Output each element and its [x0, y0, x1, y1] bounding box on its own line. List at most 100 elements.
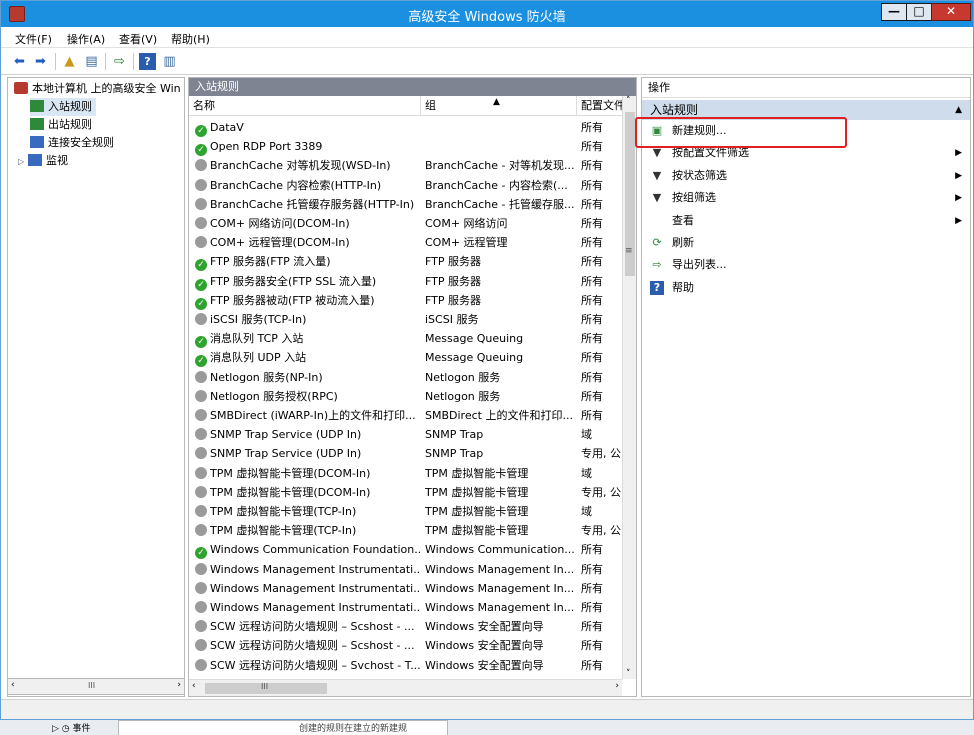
rule-row[interactable]: SCW 远程访问防火墙规则 – Scshost - ... Windows 安全配… [189, 636, 622, 655]
action-item[interactable]: ? 帮助 [642, 277, 970, 299]
rule-profile: 专用, 公 [581, 524, 621, 538]
rule-name-cell: ✓ 消息队列 UDP 入站 [195, 348, 421, 368]
menu-view[interactable]: 查看(V) [119, 31, 157, 47]
column-profile[interactable]: 配置文件 [577, 96, 622, 116]
action-item[interactable]: ▼ 按组筛选 ▶ [642, 187, 970, 209]
firewall-icon [14, 82, 28, 94]
rule-row[interactable]: Windows Management Instrumentati... Windo… [189, 598, 622, 617]
up-folder-icon[interactable]: ▲ [61, 53, 78, 70]
rule-profile: 所有 [581, 313, 603, 326]
rule-profile: 所有 [581, 121, 603, 134]
rule-row[interactable]: ✓ Windows Communication Foundation... Wind… [189, 540, 622, 560]
rule-name-cell: BranchCache 托管缓存服务器(HTTP-In) [195, 195, 421, 214]
rule-row[interactable]: SMBDirect (iWARP-In)上的文件和打印... SMBDirect … [189, 406, 622, 425]
rule-name-cell: iSCSI 服务(TCP-In) [195, 310, 421, 329]
scroll-right-icon[interactable]: › [615, 681, 619, 691]
rule-row[interactable]: ✓ Open RDP Port 3389 所有 [189, 137, 622, 157]
filter-icon: ▼ [652, 146, 662, 160]
rule-group: TPM 虚拟智能卡管理 [425, 524, 529, 538]
rule-name: Open RDP Port 3389 [210, 140, 323, 154]
column-group[interactable]: 组 ▲ [421, 96, 577, 116]
maximize-button[interactable]: □ [906, 3, 932, 21]
background-tooltip: 创建的规则在建立的新建规 [118, 720, 448, 735]
rule-profile: 所有 [581, 581, 603, 595]
rule-row[interactable]: ✓ FTP 服务器被动(FTP 被动流入量) FTP 服务器 所有 [189, 291, 622, 310]
tree-item-connection-security-rules[interactable]: 连接安全规则 [30, 134, 114, 152]
scroll-right-icon[interactable]: › [177, 680, 181, 690]
minimize-button[interactable]: — [881, 3, 907, 21]
rule-name-cell: SCW 远程访问防火墙规则 – Scshost - ... [195, 617, 421, 636]
scroll-down-icon[interactable]: ˅ [626, 669, 631, 679]
menu-action[interactable]: 操作(A) [67, 31, 105, 47]
action-item[interactable]: 查看 ▶ [642, 210, 970, 232]
column-name[interactable]: 名称 [189, 96, 421, 116]
scroll-left-icon[interactable]: ‹ [192, 681, 196, 691]
rule-row[interactable]: TPM 虚拟智能卡管理(DCOM-In) TPM 虚拟智能卡管理 专用, 公 [189, 483, 622, 502]
tree-root[interactable]: 本地计算机 上的高级安全 Win [14, 80, 181, 98]
rule-row[interactable]: Windows Management Instrumentati... Windo… [189, 579, 622, 598]
rule-row[interactable]: COM+ 网络访问(DCOM-In) COM+ 网络访问 所有 [189, 214, 622, 233]
rule-row[interactable]: TPM 虚拟智能卡管理(TCP-In) TPM 虚拟智能卡管理 专用, 公 [189, 521, 622, 540]
rule-row[interactable]: ✓ 消息队列 TCP 入站 Message Queuing 所有 [189, 329, 622, 349]
rule-row[interactable]: iSCSI 服务(TCP-In) iSCSI 服务 所有 [189, 310, 622, 329]
tree-item-monitoring[interactable]: ▷ 监视 [18, 152, 68, 170]
rule-row[interactable]: SNMP Trap Service (UDP In) SNMP Trap 专用, 公 [189, 444, 622, 463]
rule-profile: 所有 [581, 409, 603, 422]
title-bar[interactable]: 高级安全 Windows 防火墙 — □ ✕ [1, 1, 973, 27]
rule-name: iSCSI 服务(TCP-In) [210, 313, 307, 326]
rule-row[interactable]: TPM 虚拟智能卡管理(DCOM-In) TPM 虚拟智能卡管理 域 [189, 464, 622, 483]
rule-row[interactable]: COM+ 远程管理(DCOM-In) COM+ 远程管理 所有 [189, 233, 622, 252]
disabled-rule-icon [195, 581, 207, 594]
rule-group: FTP 服务器 [425, 255, 481, 269]
rule-group: COM+ 网络访问 [425, 217, 508, 230]
rule-row[interactable]: SNMP Trap Service (UDP In) SNMP Trap 域 [189, 425, 622, 444]
export-list-icon[interactable]: ⇨ [111, 53, 128, 70]
rule-row[interactable]: Windows Management Instrumentati... Windo… [189, 560, 622, 579]
monitoring-icon [28, 154, 42, 166]
help-icon[interactable]: ? [139, 53, 156, 70]
rule-row[interactable]: SCW 远程访问防火墙规则 – Scshost - ... Windows 安全配… [189, 617, 622, 636]
action-item[interactable]: ⇨ 导出列表... [642, 254, 970, 276]
submenu-arrow-icon: ▶ [955, 193, 962, 204]
rule-group: COM+ 远程管理 [425, 236, 508, 250]
rule-row[interactable]: ✓ FTP 服务器安全(FTP SSL 流入量) FTP 服务器 所有 [189, 272, 622, 291]
rule-row[interactable]: BranchCache 托管缓存服务器(HTTP-In) BranchCache … [189, 195, 622, 214]
rule-row[interactable]: BranchCache 对等机发现(WSD-In) BranchCache - 对… [189, 156, 622, 175]
expand-arrow-icon[interactable]: ▷ [18, 153, 28, 171]
rule-row[interactable]: TPM 虚拟智能卡管理(TCP-In) TPM 虚拟智能卡管理 域 [189, 502, 622, 521]
rule-row[interactable]: Netlogon 服务授权(RPC) Netlogon 服务 所有 [189, 387, 622, 406]
collapse-icon[interactable]: ▲ [955, 100, 962, 120]
show-hide-action-pane-icon[interactable]: ▥ [161, 53, 178, 70]
rule-name: Windows Communication Foundation... [210, 543, 421, 557]
rule-row[interactable]: BranchCache 内容检索(HTTP-In) BranchCache - 内… [189, 176, 622, 195]
scroll-up-icon[interactable]: ˄ [626, 96, 631, 106]
rule-row[interactable]: ✓ DataV 所有 [189, 118, 622, 137]
submenu-arrow-icon: ▶ [955, 170, 962, 181]
tree-item-outbound-rules[interactable]: 出站规则 [30, 116, 92, 134]
rule-row[interactable]: ✓ FTP 服务器(FTP 流入量) FTP 服务器 所有 [189, 252, 622, 272]
back-icon[interactable]: ⬅ [11, 53, 28, 70]
tree-item-inbound-rules[interactable]: 入站规则 [30, 98, 96, 116]
submenu-arrow-icon: ▶ [955, 215, 962, 226]
show-hide-tree-icon[interactable]: ▤ [83, 53, 100, 70]
disabled-rule-icon [195, 178, 207, 191]
rules-vertical-scrollbar[interactable]: ˄ ≡ ˅ [622, 96, 636, 679]
rule-row[interactable]: ✓ 消息队列 UDP 入站 Message Queuing 所有 [189, 348, 622, 368]
rule-row[interactable]: SCW 远程访问防火墙规则 – Svchost - T... Windows 安全… [189, 656, 622, 675]
close-button[interactable]: ✕ [931, 3, 971, 21]
disabled-rule-icon [195, 485, 207, 498]
tree-horizontal-scrollbar[interactable]: ‹ III › [7, 678, 185, 695]
menu-file[interactable]: 文件(F) [15, 31, 52, 47]
forward-icon[interactable]: ➡ [32, 53, 49, 70]
menu-help[interactable]: 帮助(H) [171, 31, 210, 47]
rule-name: SNMP Trap Service (UDP In) [210, 428, 362, 442]
rule-group: Windows Communication... [425, 543, 575, 557]
scroll-left-icon[interactable]: ‹ [11, 680, 15, 690]
action-item[interactable]: ⟳ 刷新 [642, 232, 970, 254]
rule-name-cell: SNMP Trap Service (UDP In) [195, 425, 421, 444]
rule-row[interactable]: Netlogon 服务(NP-In) Netlogon 服务 所有 [189, 368, 622, 387]
rules-horizontal-scrollbar[interactable]: ‹ III › [189, 679, 622, 696]
rule-group: SNMP Trap [425, 447, 484, 461]
rule-profile: 所有 [581, 178, 603, 192]
action-item[interactable]: ▼ 按状态筛选 ▶ [642, 165, 970, 187]
